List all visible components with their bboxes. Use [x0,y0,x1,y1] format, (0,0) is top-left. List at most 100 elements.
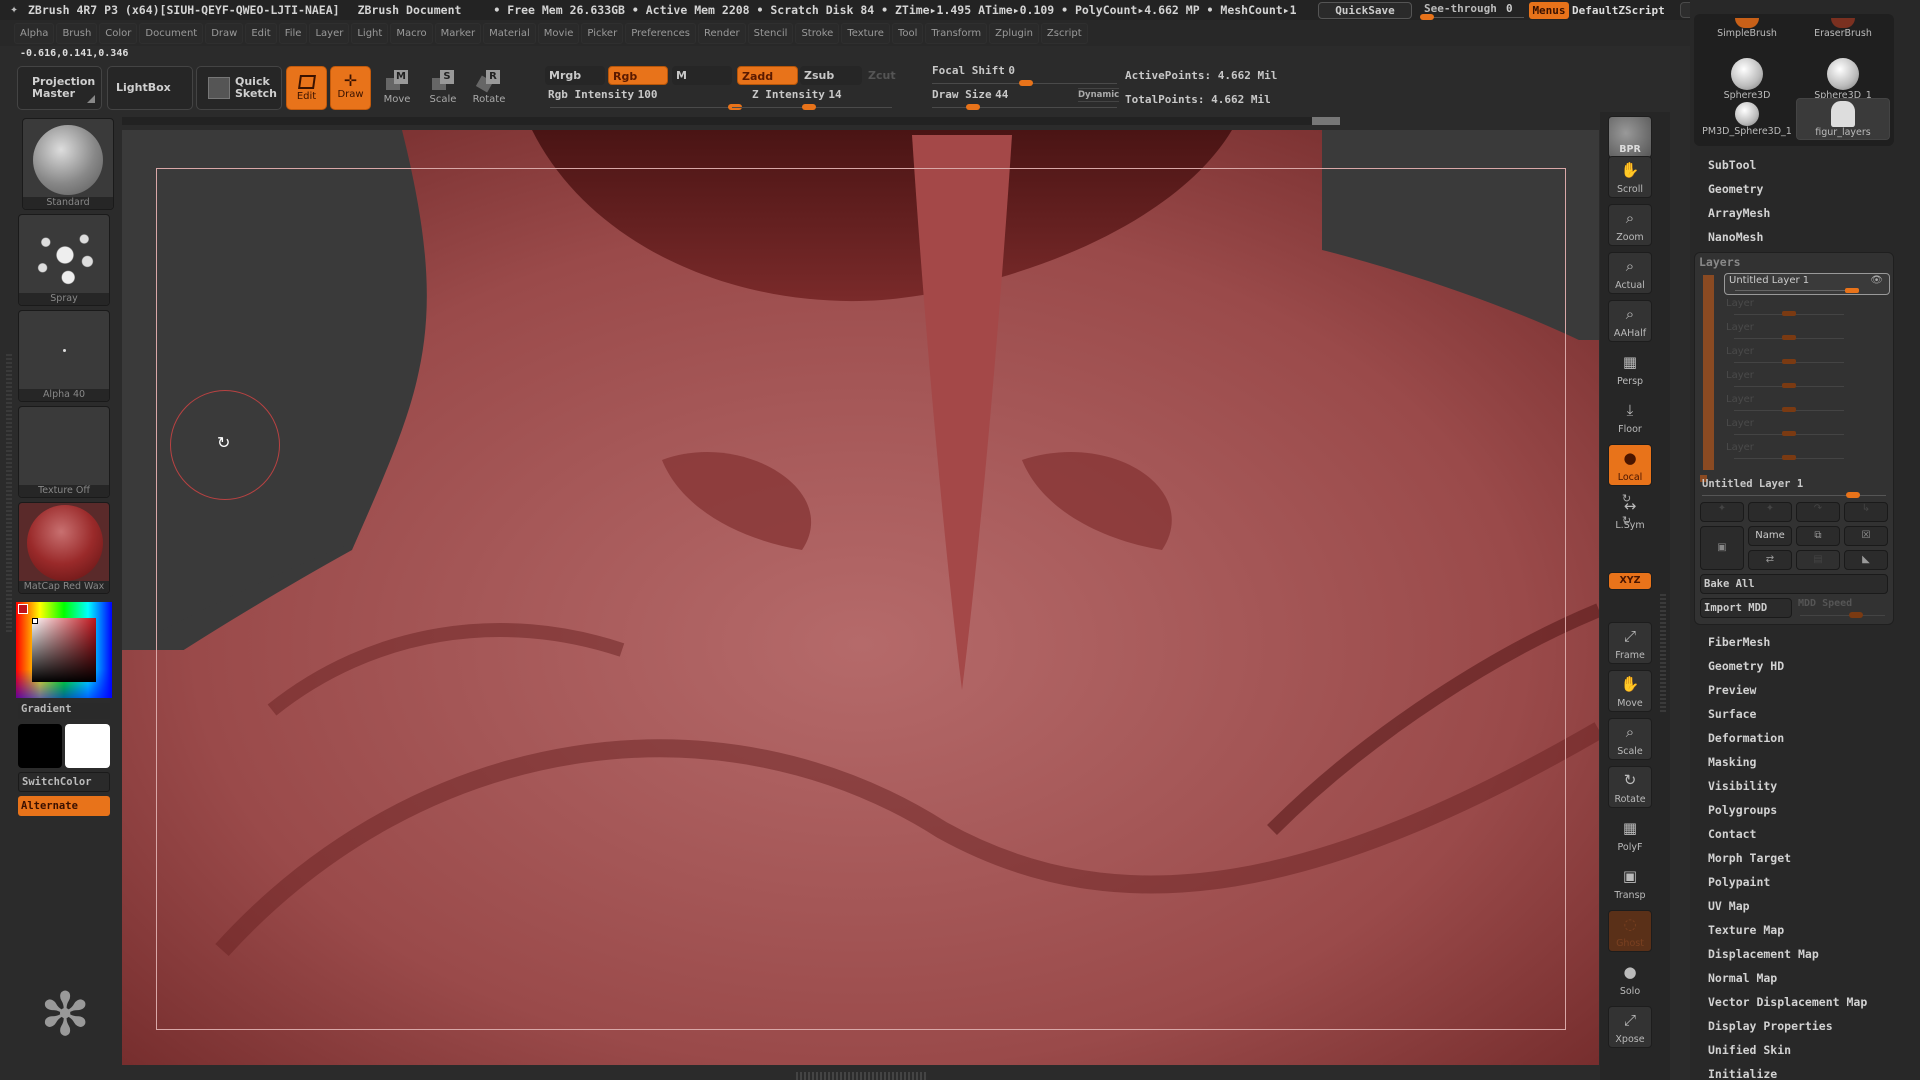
section-subtool[interactable]: SubTool [1708,158,1756,172]
tool-item[interactable]: Sphere3D [1700,58,1794,101]
edit-button[interactable]: Edit [286,66,327,110]
layer-slot-empty[interactable]: Layer [1724,394,1890,416]
section-polypaint[interactable]: Polypaint [1708,875,1770,889]
section-nanomesh[interactable]: NanoMesh [1708,230,1763,244]
merge-down-button[interactable]: ↳ [1844,502,1888,522]
draw-button[interactable]: ✛ Draw [330,66,371,110]
section-unified-skin[interactable]: Unified Skin [1708,1043,1791,1057]
menu-draw[interactable]: Draw [205,22,244,44]
layer-slot-knob[interactable] [1782,431,1796,436]
actual-button[interactable]: ⌕ Actual [1608,252,1652,294]
scrollbar-thumb[interactable] [1312,117,1340,125]
eye-icon[interactable]: 👁 [1870,275,1883,286]
horizontal-scrollbar[interactable] [122,117,1340,125]
tool-item[interactable]: figur_layers [1796,98,1890,140]
stroke-thumbnail[interactable]: Spray [18,214,110,306]
mrgb-toggle[interactable]: Mrgb [545,66,605,85]
menu-texture[interactable]: Texture [841,22,890,44]
rotate-button[interactable]: R Rotate [466,66,512,110]
section-surface[interactable]: Surface [1708,707,1756,721]
default-zscript-button[interactable]: DefaultZScript [1572,2,1676,19]
section-arraymesh[interactable]: ArrayMesh [1708,206,1770,220]
layer-slot-knob[interactable] [1782,311,1796,316]
layer-slot-knob[interactable] [1782,407,1796,412]
brush-thumbnail[interactable]: Standard [22,118,114,210]
section-geometry-hd[interactable]: Geometry HD [1708,659,1784,673]
layer-slot-empty[interactable]: Layer [1724,442,1890,464]
rgb-intensity-slider[interactable]: Rgb Intensity 100 [548,88,742,110]
layer-item-active[interactable]: Untitled Layer 1 👁 [1724,273,1890,295]
section-display-properties[interactable]: Display Properties [1708,1019,1833,1033]
scale-button[interactable]: S Scale [420,66,466,110]
scroll-button[interactable]: ✋ Scroll [1608,156,1652,198]
copy-layer-button[interactable]: ◣ [1844,550,1888,570]
section-displacement-map[interactable]: Displacement Map [1708,947,1819,961]
mdd-speed-slider[interactable]: MDD Speed [1798,598,1852,609]
section-contact[interactable]: Contact [1708,827,1756,841]
section-normal-map[interactable]: Normal Map [1708,971,1777,985]
menu-macro[interactable]: Macro [390,22,433,44]
new-layer-button[interactable]: ▣ [1700,526,1744,570]
xyz-button[interactable]: XYZ [1608,572,1652,590]
aahalf-button[interactable]: ⌕ AAHalf [1608,300,1652,342]
tool-item[interactable]: SimpleBrush [1700,18,1794,60]
menu-tool[interactable]: Tool [891,22,924,44]
polyf-button[interactable]: ▦ PolyF [1608,814,1652,856]
see-through-slider[interactable]: See-through 0 [1420,0,1530,20]
delete-layer-button[interactable]: ☒ [1844,526,1888,546]
section-deformation[interactable]: Deformation [1708,731,1784,745]
import-mdd-button[interactable]: Import MDD [1700,598,1792,618]
m-toggle[interactable]: M [672,66,732,85]
menu-color[interactable]: Color [99,22,138,44]
secondary-color-black-swatch[interactable] [18,724,62,768]
menu-zplugin[interactable]: Zplugin [989,22,1039,44]
layer-slot-empty[interactable]: Layer [1724,322,1890,344]
switch-color-button[interactable]: SwitchColor [18,772,110,792]
menus-button[interactable]: Menus [1529,2,1569,19]
secondary-color-white-swatch[interactable] [65,724,110,768]
section-visibility[interactable]: Visibility [1708,779,1777,793]
zsub-toggle[interactable]: Zsub [800,66,862,85]
layer-slot-empty[interactable]: Layer [1724,418,1890,440]
layer-intensity-knob[interactable] [1846,492,1860,498]
move-layer-up-button[interactable]: ✦ [1700,502,1744,522]
menu-render[interactable]: Render [698,22,746,44]
menu-picker[interactable]: Picker [581,22,624,44]
z-intensity-slider[interactable]: Z Intensity 14 [732,88,902,110]
zadd-toggle[interactable]: Zadd [737,66,798,85]
tool-item[interactable]: PM3D_Sphere3D_1 [1700,98,1794,140]
section-vector-displacement-map[interactable]: Vector Displacement Map [1708,995,1867,1009]
left-tray-handle[interactable] [6,352,12,632]
alpha-thumbnail[interactable]: Alpha 40 [18,310,110,402]
menu-alpha[interactable]: Alpha [14,22,55,44]
merge-up-button[interactable]: ↷ [1796,502,1840,522]
section-initialize[interactable]: Initialize [1708,1067,1777,1080]
document-canvas[interactable]: ↻ [122,130,1599,1065]
layer-slot-empty[interactable]: Layer [1724,370,1890,392]
rotate-z-icon[interactable]: ↻ [1622,514,1631,527]
projection-master-button[interactable]: Projection Master [17,66,102,110]
quicksave-button[interactable]: QuickSave [1318,2,1412,19]
section-polygroups[interactable]: Polygroups [1708,803,1777,817]
z-intensity-knob[interactable] [802,104,816,110]
rotate-y-icon[interactable]: ↻ [1622,492,1631,505]
saturation-value-square[interactable] [32,618,96,682]
move-button[interactable]: ✋ Move [1608,670,1652,712]
layer-slot-knob[interactable] [1782,383,1796,388]
solo-button[interactable]: ● Solo [1608,958,1652,1000]
menu-preferences[interactable]: Preferences [625,22,697,44]
section-geometry[interactable]: Geometry [1708,182,1763,196]
section-morph-target[interactable]: Morph Target [1708,851,1791,865]
layer-name-button[interactable]: Name [1748,526,1792,546]
right-tray-handle[interactable] [1660,592,1666,712]
section-masking[interactable]: Masking [1708,755,1756,769]
menu-movie[interactable]: Movie [537,22,580,44]
split-layer-button[interactable]: ▤ [1796,550,1840,570]
menu-brush[interactable]: Brush [56,22,98,44]
menu-zscript[interactable]: Zscript [1040,22,1088,44]
duplicate-layer-button[interactable]: ⧉ [1796,526,1840,546]
xpose-button[interactable]: ⤢ Xpose [1608,1006,1652,1048]
texture-thumbnail[interactable]: Texture Off [18,406,110,498]
rgb-intensity-track[interactable] [550,107,736,108]
layers-scrollbar[interactable] [1703,275,1714,470]
